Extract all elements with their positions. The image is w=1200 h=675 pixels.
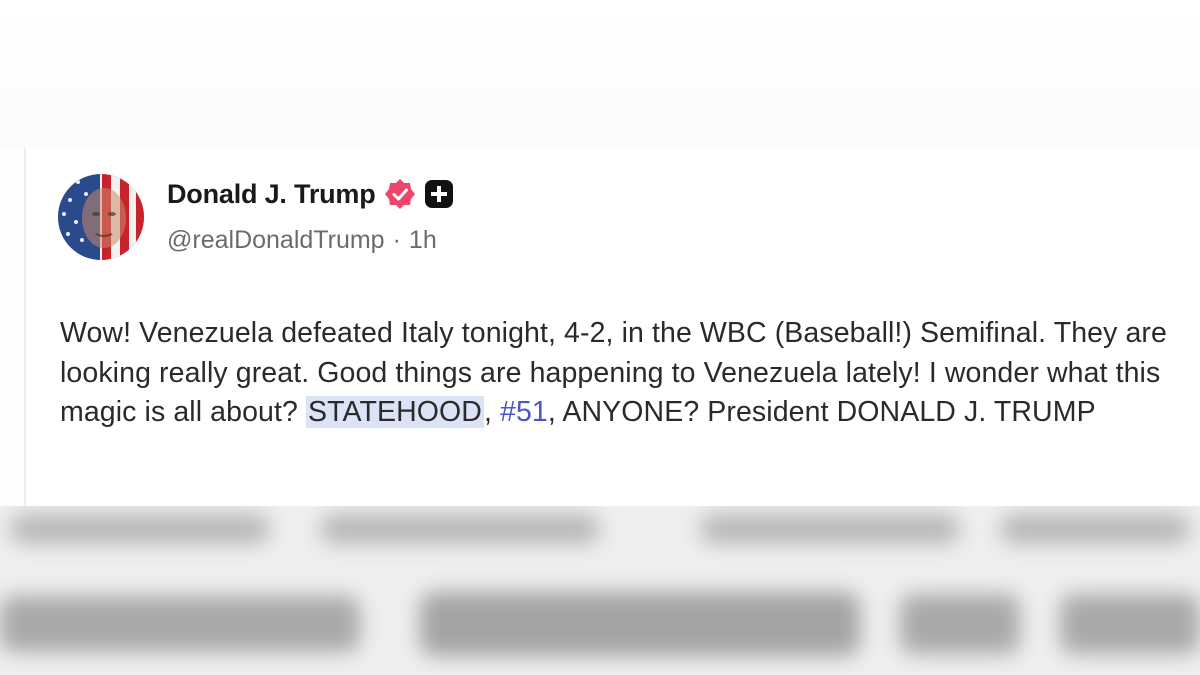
avatar[interactable] [58, 174, 144, 260]
screenshot-frame: Donald J. Trump @realDonaldTrump · 1h Wo… [0, 0, 1200, 675]
handle[interactable]: @realDonaldTrump [167, 226, 385, 255]
highlighted-word: STATEHOOD [305, 396, 484, 428]
hashtag-link[interactable]: #51 [500, 396, 548, 428]
author-name-row: Donald J. Trump [167, 176, 454, 212]
blurred-background-band [0, 506, 1200, 675]
post-text-part3: , ANYONE? President DONALD J. TRUMP [547, 396, 1096, 428]
top-blank-area [0, 0, 1200, 148]
meta-separator: · [392, 226, 401, 254]
post-card: Donald J. Trump @realDonaldTrump · 1h Wo… [24, 148, 1200, 506]
post-body: Wow! Venezuela defeated Italy tonight, 4… [60, 314, 1180, 433]
handle-row: @realDonaldTrump · 1h [167, 226, 437, 255]
verified-badge-icon [384, 178, 416, 210]
post-text-part2: , [483, 396, 501, 428]
timestamp[interactable]: 1h [409, 226, 437, 255]
avatar-flag-portrait-icon [58, 174, 144, 260]
display-name[interactable]: Donald J. Trump [167, 179, 376, 210]
plus-badge-icon [424, 179, 454, 209]
